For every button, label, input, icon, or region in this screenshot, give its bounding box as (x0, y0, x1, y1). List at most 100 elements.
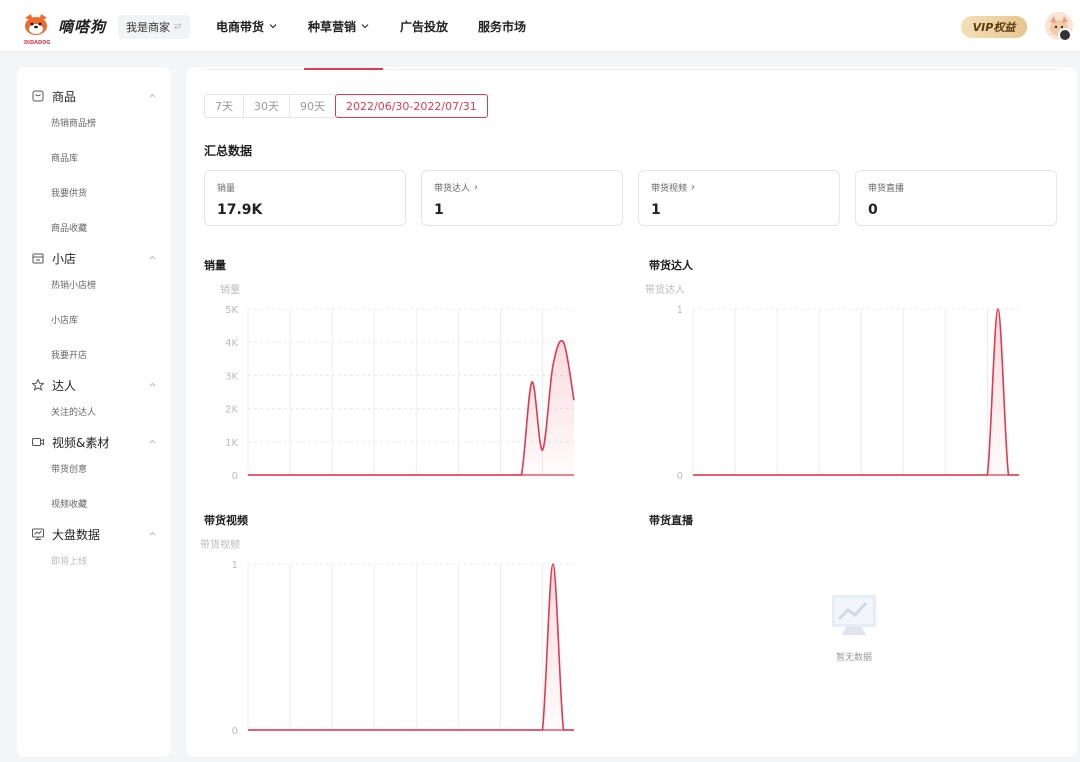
group-label: 大盘数据 (52, 527, 101, 542)
sidebar-item-shop-library[interactable]: 小店库 (17, 304, 171, 339)
live-empty-state: 暂无数据 (819, 591, 889, 663)
date-7d-button[interactable]: 7天 (204, 94, 243, 118)
sidebar-group-product[interactable]: 商品 (17, 85, 171, 107)
sidebar-group-influencer[interactable]: 达人 (17, 374, 171, 396)
influencers-chart: 带货达人 0 1 (645, 283, 1020, 482)
y-tick-label: 3K (225, 371, 238, 382)
chart-title-videos: 带货视频 (204, 514, 248, 527)
card-value: 0 (868, 202, 878, 218)
logo-text: 嘀嗒狗 (58, 17, 107, 36)
active-tab-indicator (304, 68, 383, 70)
top-header: 嘀嗒狗 DIDADOG 我是商家 ⇄ 电商带货 种草营销 广告投放 服务市场 V… (0, 0, 1080, 52)
card-label: 带货视频 (651, 184, 688, 194)
date-range-picker[interactable]: 2022/06/30-2022/07/31 (335, 94, 488, 118)
series-line (692, 308, 1019, 476)
chart-title-sales: 销量 (204, 259, 226, 272)
sidebar-item-coming-soon: 即将上线 (51, 557, 88, 567)
summary-card-sales: 销量 17.9K (204, 170, 406, 226)
chevron-right-icon[interactable]: › (474, 182, 478, 193)
sidebar-item-product-favorites[interactable]: 商品收藏 (17, 212, 171, 247)
card-label: 销量 (217, 184, 236, 194)
video-icon (32, 438, 44, 446)
top-nav: 电商带货 种草营销 广告投放 服务市场 (216, 0, 556, 52)
y-tick-label: 2K (225, 405, 238, 416)
chevron-up-icon (149, 531, 156, 536)
sidebar-item-hot-products[interactable]: 热销商品榜 (17, 107, 171, 142)
chart-title-influencers: 带货达人 (649, 259, 693, 272)
summary-card-influencers[interactable]: 带货达人 › 1 (421, 170, 623, 226)
nav-label: 服务市场 (478, 19, 527, 34)
series-area (693, 309, 1019, 475)
chevron-up-icon (149, 382, 156, 387)
date-range-selector: 7天 30天 90天 2022/06/30-2022/07/31 (204, 94, 488, 118)
chevron-up-icon (149, 439, 156, 444)
nav-label: 广告投放 (400, 19, 449, 34)
sidebar-item-video-favorites[interactable]: 视频收藏 (17, 488, 171, 523)
chevron-up-icon (149, 255, 156, 260)
switch-icon: ⇄ (174, 22, 182, 32)
card-value: 1 (434, 202, 444, 218)
series-area (248, 564, 574, 730)
date-30d-button[interactable]: 30天 (243, 94, 289, 118)
y-tick-label: 1K (225, 438, 238, 449)
sidebar-item-followed-influencers[interactable]: 关注的达人 (17, 396, 171, 431)
y-axis-label: 带货达人 (645, 283, 685, 296)
role-switch-button[interactable]: 我是商家 ⇄ (118, 15, 190, 39)
group-label: 视频&素材 (52, 435, 110, 450)
summary-card-videos[interactable]: 带货视频 › 1 (638, 170, 840, 226)
main-panel: 7天 30天 90天 2022/06/30-2022/07/31 汇总数据 销量… (186, 67, 1077, 757)
y-tick-label: 4K (225, 338, 238, 349)
sidebar-item-supply[interactable]: 我要供货 (17, 177, 171, 212)
group-label: 小店 (52, 251, 77, 266)
card-value: 1 (651, 202, 661, 218)
y-tick-label: 1 (677, 305, 683, 316)
chevron-down-icon (269, 24, 277, 29)
empty-chart-icon (832, 595, 876, 635)
role-label: 我是商家 (126, 21, 170, 34)
nav-service-market[interactable]: 服务市场 (478, 18, 526, 35)
sidebar-group-shop[interactable]: 小店 (17, 247, 171, 269)
vip-button[interactable]: VIP权益 (961, 16, 1027, 38)
card-value: 17.9K (217, 202, 263, 218)
y-axis-label: 销量 (220, 283, 240, 296)
y-axis-label: 带货视频 (200, 538, 240, 551)
sidebar-item-hot-shops[interactable]: 热销小店榜 (17, 269, 171, 304)
chevron-up-icon (149, 93, 156, 98)
date-90d-button[interactable]: 90天 (289, 94, 335, 118)
sales-chart: 销量 0 1K 2K 3K 4K 5K (220, 283, 575, 482)
videos-chart: 带货视频 0 1 (200, 538, 575, 737)
card-label: 带货直播 (868, 184, 905, 194)
empty-text: 暂无数据 (835, 653, 872, 663)
chart-title-live: 带货直播 (649, 514, 693, 527)
dog-logo-icon (25, 14, 47, 35)
series-line (247, 563, 574, 731)
sidebar-group-dashboard[interactable]: 大盘数据 (17, 523, 171, 545)
summary-title: 汇总数据 (204, 144, 253, 158)
y-tick-label: 0 (677, 471, 683, 482)
chevron-down-icon (361, 24, 369, 29)
nav-ads[interactable]: 广告投放 (400, 18, 448, 35)
y-tick-label: 1 (232, 560, 238, 571)
influencer-icon (32, 379, 44, 391)
sidebar-item-open-shop[interactable]: 我要开店 (17, 339, 171, 374)
dashboard-icon (32, 528, 44, 540)
nav-label: 种草营销 (308, 19, 357, 34)
logo[interactable]: 嘀嗒狗 DIDADOG (22, 12, 107, 46)
logo-subtext: DIDADOG (24, 40, 51, 46)
sidebar-item-product-library[interactable]: 商品库 (17, 142, 171, 177)
avatar-status-badge (1058, 28, 1072, 42)
y-tick-label: 0 (232, 726, 238, 737)
summary-card-live: 带货直播 0 (855, 170, 1057, 226)
series-area (248, 340, 574, 475)
nav-seeding[interactable]: 种草营销 (308, 18, 370, 35)
nav-ecommerce[interactable]: 电商带货 (216, 18, 278, 35)
nav-label: 电商带货 (216, 19, 265, 34)
sidebar-item-creative[interactable]: 带货创意 (17, 453, 171, 488)
shop-icon (32, 253, 44, 264)
sidebar-group-video[interactable]: 视频&素材 (17, 431, 171, 453)
chevron-right-icon[interactable]: › (691, 182, 695, 193)
sidebar: 商品 热销商品榜 商品库 我要供货 商品收藏 小店 热销小店榜 小店库 我要开店… (17, 67, 171, 757)
group-label: 达人 (52, 378, 77, 393)
group-label: 商品 (52, 89, 77, 104)
y-tick-label: 0 (232, 471, 238, 482)
